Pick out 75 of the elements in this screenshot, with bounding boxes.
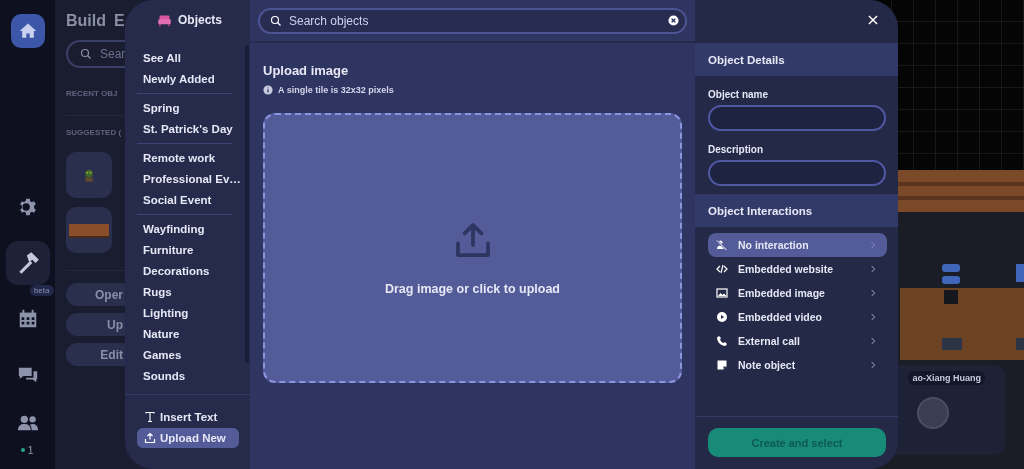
avatar xyxy=(917,397,949,429)
close-icon xyxy=(866,13,880,27)
category-item[interactable]: See All xyxy=(137,47,187,68)
input-field[interactable] xyxy=(708,105,886,131)
chevron-icon xyxy=(868,240,878,250)
dropzone-label: Drag image or click to upload xyxy=(384,282,560,296)
search-icon xyxy=(80,48,92,60)
insert-text-button[interactable]: Insert Text xyxy=(137,407,239,427)
interaction-item[interactable]: Embedded website xyxy=(708,257,887,281)
table-icon xyxy=(68,222,110,238)
interaction-item[interactable]: External call xyxy=(708,329,887,353)
category-item[interactable]: Games xyxy=(137,344,188,365)
category-item[interactable]: Furniture xyxy=(137,239,200,260)
interaction-item[interactable]: Embedded image xyxy=(708,281,887,305)
field-label: Object name xyxy=(708,89,770,101)
upload-dropzone[interactable]: Drag image or click to upload xyxy=(263,113,682,383)
close-button[interactable] xyxy=(866,13,880,27)
text-icon xyxy=(144,411,156,423)
clear-button[interactable] xyxy=(668,14,679,26)
info-icon xyxy=(263,85,273,95)
category-item[interactable]: Wayfinding xyxy=(137,218,211,239)
search-field[interactable]: Search objects xyxy=(258,7,687,34)
code-icon xyxy=(716,263,728,275)
phone-icon xyxy=(716,335,728,347)
section-header: Object Interactions xyxy=(695,194,898,227)
hint-text: A single tile is 32x32 pixels xyxy=(278,85,394,95)
input-field[interactable] xyxy=(708,160,886,186)
category-item[interactable]: Remote work xyxy=(137,147,222,168)
interaction-item[interactable]: Note object xyxy=(708,353,887,377)
category-item[interactable]: Professional Ev… xyxy=(137,168,247,189)
category-item[interactable]: Sounds xyxy=(137,365,192,386)
no-interaction-icon xyxy=(716,239,728,251)
category-item[interactable]: Newly Added xyxy=(137,68,221,89)
objects-title: Objects xyxy=(178,13,222,27)
panel-tab[interactable]: E xyxy=(114,12,125,30)
interaction-item[interactable]: No interaction xyxy=(708,233,887,257)
home-icon xyxy=(17,21,38,41)
chevron-icon xyxy=(868,264,878,274)
section-header: Object Details xyxy=(695,43,898,76)
section-title: Upload image xyxy=(263,63,350,80)
home-button[interactable] xyxy=(10,14,45,48)
panel-button[interactable]: Oper xyxy=(66,283,125,306)
online-count: 1 xyxy=(27,444,34,456)
panel-title: Build xyxy=(66,12,106,30)
panel-button[interactable]: Edit xyxy=(66,343,125,366)
section-heading: SUGGESTED ( xyxy=(66,128,122,139)
category-item[interactable]: Decorations xyxy=(137,260,216,281)
play-icon xyxy=(716,311,728,323)
chevron-icon xyxy=(868,288,878,298)
category-item[interactable]: Spring xyxy=(137,97,186,118)
upload-button[interactable]: Upload New xyxy=(137,428,239,448)
category-item[interactable]: Nature xyxy=(137,323,186,344)
chevron-icon xyxy=(868,312,878,322)
interaction-item[interactable]: Embedded video xyxy=(708,305,887,329)
section-heading: RECENT OBJ xyxy=(66,89,118,100)
hammer-button[interactable] xyxy=(5,241,50,285)
panel-button[interactable]: Up xyxy=(66,313,125,336)
chevron-icon xyxy=(868,336,878,346)
upload-icon xyxy=(144,432,156,444)
online-dot xyxy=(21,448,26,452)
beta-badge: beta xyxy=(29,285,54,296)
category-item[interactable]: St. Patrick's Day xyxy=(137,118,239,139)
category-item[interactable]: Lighting xyxy=(137,302,195,323)
chevron-icon xyxy=(868,360,878,370)
category-item[interactable]: Rugs xyxy=(137,281,178,302)
note-icon xyxy=(716,359,728,371)
object-tile[interactable] xyxy=(66,152,112,198)
search-icon xyxy=(270,14,282,27)
image-icon xyxy=(716,287,728,299)
name-tag: ao-Xiang Huang xyxy=(908,371,985,385)
clear-icon xyxy=(668,14,679,26)
field-label: Description xyxy=(708,144,764,156)
category-item[interactable]: Social Event xyxy=(137,189,218,210)
object-tile[interactable] xyxy=(66,207,112,253)
search-field[interactable]: Sear xyxy=(66,40,125,68)
